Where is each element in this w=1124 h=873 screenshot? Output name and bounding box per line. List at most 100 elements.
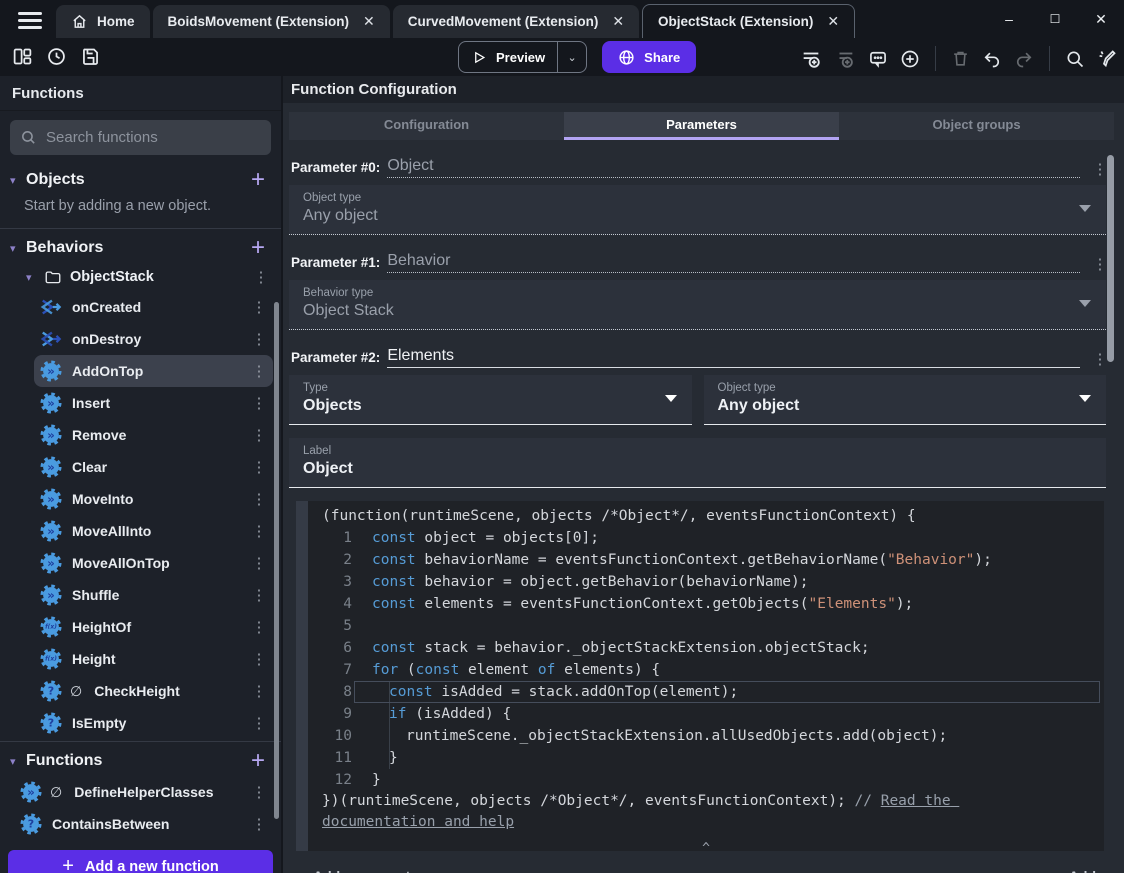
objects-section-header[interactable]: ▾ Objects + [0, 165, 281, 195]
behaviors-section-header[interactable]: ▾ Behaviors + [0, 233, 281, 263]
parameter-name-input[interactable]: Object [387, 157, 1080, 178]
add-new-function-button[interactable]: + Add a new function [8, 850, 273, 873]
code-line-3[interactable]: 3 const behavior = object.getBehavior(beh… [308, 571, 1104, 593]
field-label[interactable]: Label Object [289, 438, 1106, 488]
function-item-addontop[interactable]: » AddOnTop ⋮ [34, 355, 273, 387]
save-icon[interactable] [80, 46, 101, 67]
code-line-1[interactable]: 1 const object = objects[0]; [308, 527, 1104, 549]
function-item-insert[interactable]: » Insert ⋮ [34, 387, 273, 419]
code-editor[interactable]: (function(runtimeScene, objects /*Object… [296, 501, 1104, 851]
close-tab-icon[interactable]: ✕ [363, 13, 375, 30]
minimize-icon[interactable]: – [986, 0, 1032, 38]
dropdown-chevron-icon[interactable] [664, 395, 677, 402]
code-line-7[interactable]: 7 for (const element of elements) { [308, 659, 1104, 681]
history-icon[interactable] [46, 46, 67, 67]
add-object-icon[interactable]: + [251, 168, 269, 192]
kebab-menu-icon[interactable]: ⋮ [249, 618, 269, 636]
search-functions-box[interactable] [10, 120, 271, 155]
kebab-menu-icon[interactable]: ⋮ [249, 330, 269, 348]
parameter-name-input[interactable]: Elements [387, 347, 1080, 368]
function-item-moveallontop[interactable]: » MoveAllOnTop ⋮ [34, 547, 273, 579]
layout-columns-icon[interactable] [12, 46, 33, 67]
function-item-containsbetween[interactable]: ? ContainsBetween ⋮ [14, 808, 273, 840]
kebab-menu-icon[interactable]: ⋮ [251, 268, 271, 286]
dropdown-chevron-icon[interactable] [1079, 205, 1091, 212]
parameter-name-input[interactable]: Behavior [387, 252, 1080, 273]
code-line-8[interactable]: 8 const isAdded = stack.addOnTop(element)… [308, 681, 1104, 703]
close-tab-icon[interactable]: ✕ [827, 13, 839, 30]
function-item-height[interactable]: f(x) Height ⋮ [34, 643, 273, 675]
kebab-menu-icon[interactable]: ⋮ [249, 650, 269, 668]
function-item-oncreated[interactable]: onCreated ⋮ [34, 291, 273, 323]
code-line-5[interactable]: 5 [308, 615, 1104, 637]
kebab-menu-icon[interactable]: ⋮ [249, 714, 269, 732]
kebab-menu-icon[interactable]: ⋮ [249, 426, 269, 444]
kebab-menu-icon[interactable]: ⋮ [249, 554, 269, 572]
maximize-icon[interactable]: ☐ [1032, 0, 1078, 38]
tab-curvedmovement-extension[interactable]: CurvedMovement (Extension) ✕ [392, 5, 640, 38]
kebab-menu-icon[interactable]: ⋮ [249, 298, 269, 316]
collapse-caret[interactable]: ^ [308, 841, 1104, 851]
code-line-12[interactable]: 12} [308, 769, 1104, 791]
function-item-clear[interactable]: » Clear ⋮ [34, 451, 273, 483]
field-type[interactable]: Type Objects [289, 375, 692, 425]
field-object-type[interactable]: Object type Any object [703, 375, 1106, 425]
field-object-type[interactable]: Object type Any object [289, 185, 1106, 235]
close-icon[interactable]: ✕ [1078, 0, 1124, 38]
add-circle-icon[interactable] [900, 49, 920, 69]
kebab-menu-icon[interactable]: ⋮ [249, 362, 269, 380]
kebab-menu-icon[interactable]: ⋮ [249, 586, 269, 604]
code-line-11[interactable]: 11} [308, 747, 1104, 769]
tab-objectstack-extension[interactable]: ObjectStack (Extension) ✕ [642, 4, 856, 38]
tab-home[interactable]: Home [56, 5, 150, 38]
add-parameter-partial-label[interactable]: Add a parameter [313, 868, 423, 873]
kebab-menu-icon[interactable]: ⋮ [249, 458, 269, 476]
kebab-menu-icon[interactable]: ⋮ [249, 522, 269, 540]
tab-boidsmovement-extension[interactable]: BoidsMovement (Extension) ✕ [152, 5, 390, 38]
add-subevent-icon[interactable] [834, 48, 856, 70]
function-item-heightof[interactable]: f(x) HeightOf ⋮ [34, 611, 273, 643]
preview-button[interactable]: Preview ⌄ [458, 41, 588, 73]
redo-icon[interactable] [1014, 49, 1034, 69]
tab-parameters[interactable]: Parameters [564, 112, 839, 140]
add-comment-icon[interactable] [868, 49, 888, 69]
kebab-menu-icon[interactable]: ⋮ [249, 490, 269, 508]
add-behavior-icon[interactable]: + [251, 236, 269, 260]
dropdown-chevron-icon[interactable] [1079, 395, 1091, 402]
code-line-9[interactable]: 9 if (isAdded) { [308, 703, 1104, 725]
kebab-menu-icon[interactable]: ⋮ [249, 783, 269, 801]
close-tab-icon[interactable]: ✕ [612, 13, 624, 30]
kebab-menu-icon[interactable]: ⋮ [249, 682, 269, 700]
kebab-menu-icon[interactable]: ⋮ [249, 815, 269, 833]
function-item-remove[interactable]: » Remove ⋮ [34, 419, 273, 451]
code-line-2[interactable]: 2 const behaviorName = eventsFunctionCont… [308, 549, 1104, 571]
parameters-scrollbar[interactable] [1107, 155, 1114, 362]
tab-configuration[interactable]: Configuration [289, 112, 564, 140]
edit-icon[interactable] [1097, 48, 1118, 69]
add-event-icon[interactable] [800, 48, 822, 70]
tab-object-groups[interactable]: Object groups [839, 112, 1114, 140]
function-item-definehelperclasses[interactable]: » ∅ DefineHelperClasses ⋮ [14, 776, 273, 808]
function-item-checkheight[interactable]: ? ∅ CheckHeight ⋮ [34, 675, 273, 707]
add-function-icon[interactable]: + [251, 749, 269, 773]
trash-icon[interactable] [951, 49, 970, 68]
undo-icon[interactable] [982, 49, 1002, 69]
behavior-objectstack-row[interactable]: ▾ ObjectStack ⋮ [0, 263, 281, 291]
preview-dropdown-chevron-icon[interactable]: ⌄ [558, 51, 586, 64]
function-item-shuffle[interactable]: » Shuffle ⋮ [34, 579, 273, 611]
functions-section-header[interactable]: ▾ Functions + [0, 746, 281, 776]
code-line-6[interactable]: 6 const stack = behavior._objectStackExte… [308, 637, 1104, 659]
function-item-moveinto[interactable]: » MoveInto ⋮ [34, 483, 273, 515]
kebab-menu-icon[interactable]: ⋮ [249, 394, 269, 412]
field-behavior-type[interactable]: Behavior type Object Stack [289, 280, 1106, 330]
sidebar-scrollbar[interactable] [274, 302, 279, 819]
code-line-10[interactable]: 10 runtimeScene._objectStackExtension.all… [308, 725, 1104, 747]
function-item-moveallinto[interactable]: » MoveAllInto ⋮ [34, 515, 273, 547]
function-item-isempty[interactable]: ? IsEmpty ⋮ [34, 707, 273, 739]
search-icon[interactable] [1065, 49, 1085, 69]
add-partial-label[interactable]: Add [1069, 868, 1096, 873]
dropdown-chevron-icon[interactable] [1079, 300, 1091, 307]
share-button[interactable]: Share [602, 41, 697, 73]
search-functions-input[interactable] [46, 129, 261, 146]
code-line-4[interactable]: 4 const elements = eventsFunctionContext.… [308, 593, 1104, 615]
